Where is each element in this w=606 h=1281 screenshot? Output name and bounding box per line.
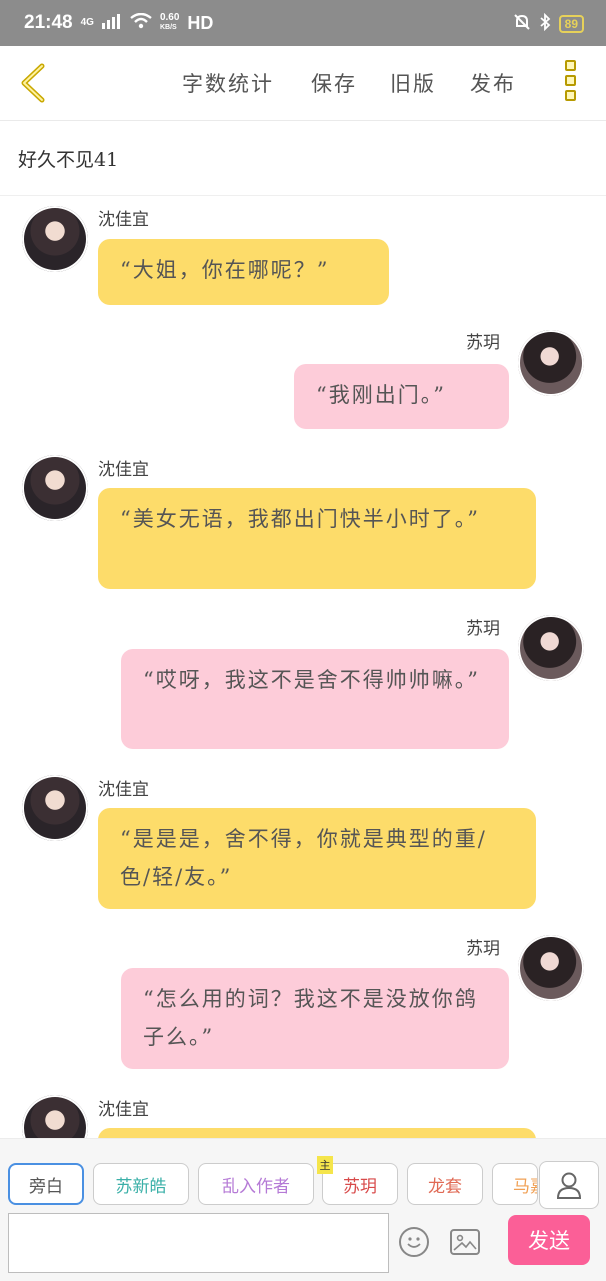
back-button[interactable] [14, 58, 54, 108]
avatar[interactable] [518, 330, 584, 396]
hd-label: HD [187, 12, 214, 33]
message-bubble[interactable]: “哎呀，我这不是舍不得帅帅嘛。” [121, 649, 509, 749]
message-input[interactable] [8, 1213, 389, 1273]
role-chip[interactable]: 苏新皓 [93, 1163, 189, 1205]
role-label: 苏新皓 [115, 1176, 167, 1197]
avatar[interactable] [22, 455, 88, 521]
status-left: 21:48 4G 0.60 KB/S HD [24, 12, 213, 34]
message-bubble[interactable]: “大姐，你在哪呢？” [98, 239, 389, 305]
sender-name: 苏玥 [466, 333, 500, 353]
send-button[interactable]: 发送 [508, 1215, 590, 1265]
sender-name: 苏玥 [466, 939, 500, 959]
emoji-button[interactable] [399, 1227, 429, 1257]
role-label: 旁白 [29, 1176, 63, 1197]
image-button[interactable] [450, 1229, 480, 1255]
person-icon [556, 1172, 582, 1199]
role-label: 苏玥 [343, 1176, 377, 1197]
role-label: 龙套 [428, 1176, 462, 1197]
net-speed-value: 0.60 [159, 12, 180, 23]
avatar[interactable] [518, 615, 584, 681]
message-bubble[interactable]: “怎么用的词？我这不是没放你鸽子么。” [121, 968, 509, 1069]
chevron-left-icon [21, 63, 45, 103]
role-manage-button[interactable] [539, 1161, 599, 1209]
avatar[interactable] [22, 206, 88, 272]
role-chip[interactable]: 龙套 [407, 1163, 483, 1205]
signal-icon [101, 13, 122, 34]
save-button[interactable]: 保存 [311, 68, 357, 98]
message-bubble[interactable]: “我刚出门。” [294, 364, 509, 429]
main-role-badge: 主 [317, 1156, 333, 1174]
role-chip[interactable]: 马嘉 [492, 1163, 538, 1205]
battery-icon: 89 [558, 14, 584, 33]
old-version-button[interactable]: 旧版 [390, 68, 436, 98]
role-chip[interactable]: 旁白 [8, 1163, 84, 1205]
status-right: 89 [513, 12, 584, 34]
role-label: 乱入作者 [222, 1176, 290, 1197]
network-type: 4G [80, 17, 94, 28]
sender-name: 沈佳宜 [98, 460, 149, 480]
avatar[interactable] [518, 935, 584, 1001]
status-bar: 21:48 4G 0.60 KB/S HD 89 [0, 0, 606, 46]
message-bubble[interactable]: “是是是，舍不得，你就是典型的重/色/轻/友。” [98, 808, 536, 909]
editor-toolbar: 字数统计 保存 旧版 发布 [0, 46, 606, 121]
publish-button[interactable]: 发布 [470, 68, 516, 98]
net-speed: 0.60 KB/S [160, 13, 179, 33]
emoji-icon [407, 1237, 421, 1248]
mute-icon [513, 13, 531, 34]
sender-name: 沈佳宜 [98, 780, 149, 800]
role-chip[interactable]: 乱入作者 [198, 1163, 314, 1205]
role-chip[interactable]: 主 苏玥 [317, 1156, 398, 1205]
sender-name: 苏玥 [466, 619, 500, 639]
image-icon [453, 1234, 477, 1251]
status-time: 21:48 [24, 12, 73, 33]
sender-name: 沈佳宜 [98, 1100, 149, 1120]
wifi-icon [130, 12, 152, 34]
chat-list[interactable]: 沈佳宜 “大姐，你在哪呢？” 苏玥 “我刚出门。” 沈佳宜 “美女无语，我都出门… [0, 196, 606, 1138]
message-bubble[interactable]: “美女无语，我都出门快半小时了。” [98, 488, 536, 589]
message-bubble[interactable] [98, 1128, 536, 1138]
composer: 旁白 苏新皓 乱入作者 主 苏玥 龙套 马嘉 发送 [0, 1138, 606, 1281]
avatar[interactable] [22, 1095, 88, 1138]
chapter-title[interactable]: 好久不见41 [18, 145, 118, 172]
word-count-button[interactable]: 字数统计 [182, 68, 274, 98]
more-vertical-icon [565, 60, 579, 101]
sender-name: 沈佳宜 [98, 210, 149, 230]
more-menu-button[interactable] [565, 60, 579, 105]
avatar[interactable] [22, 775, 88, 841]
net-speed-unit: KB/S [159, 24, 177, 31]
bluetooth-icon [539, 12, 551, 34]
role-label: 马嘉 [513, 1176, 537, 1197]
